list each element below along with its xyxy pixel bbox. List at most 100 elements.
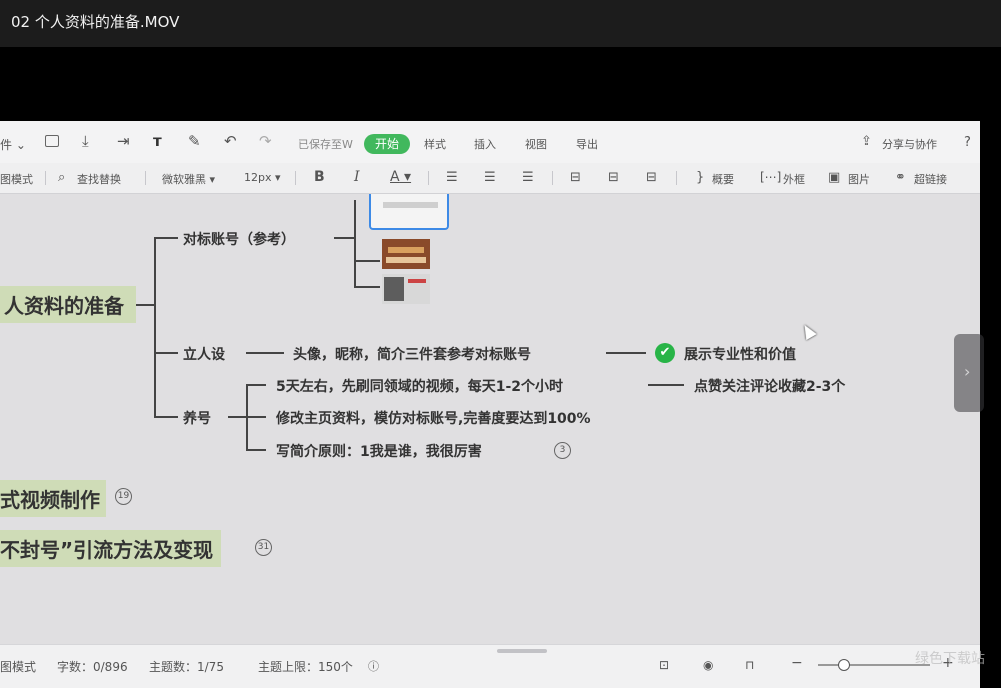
thumbnail-content <box>408 279 426 283</box>
scroll-handle[interactable] <box>497 649 547 653</box>
thumbnail-content <box>386 257 426 263</box>
child-node-icon[interactable]: ⊟ <box>570 170 581 185</box>
chevron-right-icon: › <box>964 362 971 381</box>
link-icon[interactable]: ⚭ <box>895 170 906 185</box>
word-count: 字数：0/896 <box>57 660 128 674</box>
info-icon[interactable]: ⓘ <box>368 658 379 674</box>
status-mode[interactable]: 图模式 <box>0 658 36 675</box>
search-icon[interactable]: ⌕ <box>58 170 65 185</box>
align-center-icon[interactable]: ☰ <box>484 170 496 185</box>
connector <box>606 352 646 354</box>
connector <box>246 416 266 418</box>
check-icon: ✔ <box>655 343 675 363</box>
topic-video-production[interactable]: 式视频制作 <box>0 480 106 517</box>
nurture-item-result[interactable]: 点赞关注评论收藏2-3个 <box>694 376 845 396</box>
mindmap-canvas[interactable]: 人资料的准备 对标账号（参考） 立人设 头像，昵称，简介三件套参考对标账号 ✔ … <box>0 194 980 644</box>
connector <box>354 286 380 288</box>
frame-icon[interactable]: [⋯] <box>760 170 781 185</box>
connector <box>154 416 178 418</box>
divider <box>45 171 46 185</box>
font-color-button[interactable]: A ▾ <box>390 169 411 185</box>
connector <box>134 304 154 306</box>
sibling-node-icon[interactable]: ⊟ <box>608 170 619 185</box>
divider <box>676 171 677 185</box>
connector <box>246 352 284 354</box>
undo-icon[interactable]: ↶ <box>224 134 237 149</box>
zoom-out-icon[interactable]: − <box>791 655 803 671</box>
benchmark-thumbnail-selected[interactable] <box>369 194 449 230</box>
mindmap-app-screen: 件 ⌄ ⤓ ⇥ ᴛ ✎ ↶ ↷ 已保存至W 开始 样式 插入 视图 导出 ⇪ 分… <box>0 121 980 688</box>
thumbnail-content <box>384 277 404 301</box>
download-icon[interactable]: ⤓ <box>82 134 89 149</box>
connector <box>154 352 178 354</box>
format-painter-icon[interactable]: ᴛ <box>153 134 162 149</box>
save-icon[interactable] <box>45 135 59 147</box>
next-page-handle[interactable]: › <box>954 334 984 412</box>
benchmark-thumbnail-image[interactable] <box>382 239 430 269</box>
zoom-slider-thumb[interactable] <box>838 659 850 671</box>
outline-mode-label[interactable]: 图模式 <box>0 171 33 187</box>
align-left-icon[interactable]: ☰ <box>446 170 458 185</box>
tab-export[interactable]: 导出 <box>576 136 598 152</box>
divider <box>428 171 429 185</box>
topic-persona[interactable]: 立人设 <box>183 344 225 364</box>
tab-insert[interactable]: 插入 <box>474 136 496 152</box>
tab-view[interactable]: 视图 <box>525 136 547 152</box>
format-toolbar: 图模式 ⌕ 查找替换 微软雅黑 ▾ 12px ▾ B I A ▾ ☰ ☰ ☰ ⊟… <box>0 163 980 194</box>
save-status: 已保存至W <box>298 138 353 151</box>
nurture-item[interactable]: 写简介原则：1我是谁，我很厉害 <box>276 441 482 461</box>
divider <box>295 171 296 185</box>
font-size-select[interactable]: 12px ▾ <box>244 171 281 184</box>
collapsed-count-badge[interactable]: 19 <box>115 488 132 505</box>
nurture-item[interactable]: 修改主页资料，模仿对标账号,完善度要达到100% <box>276 408 591 428</box>
view-icon[interactable]: ◉ <box>703 658 713 672</box>
root-topic[interactable]: 人资料的准备 <box>0 286 136 323</box>
persona-result[interactable]: 展示专业性和价值 <box>684 344 796 364</box>
collapsed-count-badge[interactable]: 31 <box>255 539 272 556</box>
nurture-item[interactable]: 5天左右，先刷同领域的视频，每天1-2个小时 <box>276 376 563 396</box>
font-color-glyph: A <box>390 169 400 185</box>
image-icon[interactable]: ▣ <box>828 170 840 185</box>
thumbnail-content <box>388 247 424 253</box>
share-button[interactable]: 分享与协作 <box>882 136 937 152</box>
image-button[interactable]: 图片 <box>848 171 870 187</box>
zoom-slider-track[interactable] <box>818 664 930 666</box>
book-icon[interactable]: ⊓ <box>745 658 754 672</box>
font-size-value: 12px <box>244 171 272 184</box>
redo-icon[interactable]: ↷ <box>259 134 272 149</box>
help-icon[interactable]: ? <box>964 135 971 150</box>
connector <box>354 260 380 262</box>
topic-traffic-monetize[interactable]: 不封号”引流方法及变现 <box>0 530 222 567</box>
font-family-value: 微软雅黑 <box>162 173 206 186</box>
find-replace-button[interactable]: 查找替换 <box>77 171 121 187</box>
tab-style[interactable]: 样式 <box>424 136 446 152</box>
video-title-bar: 02 个人资料的准备.MOV <box>0 0 1001 47</box>
summary-button[interactable]: 概要 <box>712 171 734 187</box>
frame-button[interactable]: 外框 <box>783 171 805 187</box>
summary-icon[interactable]: } <box>696 170 704 185</box>
import-icon[interactable]: ⇥ <box>117 134 130 149</box>
share-icon[interactable]: ⇪ <box>861 134 872 149</box>
persona-detail[interactable]: 头像，昵称，简介三件套参考对标账号 <box>293 344 531 364</box>
divider <box>552 171 553 185</box>
collapsed-count-badge[interactable]: 3 <box>554 442 571 459</box>
status-bar: 图模式 字数：0/896 主题数：1/75 主题上限：150个 ⓘ ⊡ ◉ ⊓ … <box>0 644 980 688</box>
connector <box>154 237 156 417</box>
font-family-select[interactable]: 微软雅黑 ▾ <box>162 171 215 187</box>
video-frame[interactable]: 件 ⌄ ⤓ ⇥ ᴛ ✎ ↶ ↷ 已保存至W 开始 样式 插入 视图 导出 ⇪ 分… <box>0 47 1001 688</box>
topic-nurture[interactable]: 养号 <box>183 408 211 428</box>
hyperlink-button[interactable]: 超链接 <box>914 171 947 187</box>
eraser-icon[interactable]: ✎ <box>188 134 201 149</box>
menu-fragment[interactable]: 件 ⌄ <box>0 136 26 153</box>
italic-button[interactable]: I <box>354 169 360 185</box>
benchmark-thumbnail-image[interactable] <box>382 274 430 304</box>
connector <box>334 237 354 239</box>
fit-screen-icon[interactable]: ⊡ <box>659 658 669 672</box>
align-right-icon[interactable]: ☰ <box>522 170 534 185</box>
parent-node-icon[interactable]: ⊟ <box>646 170 657 185</box>
topic-benchmark[interactable]: 对标账号（参考） <box>183 229 295 249</box>
connector <box>648 384 684 386</box>
connector <box>228 416 246 418</box>
bold-button[interactable]: B <box>314 169 325 185</box>
tab-start[interactable]: 开始 <box>364 134 410 154</box>
